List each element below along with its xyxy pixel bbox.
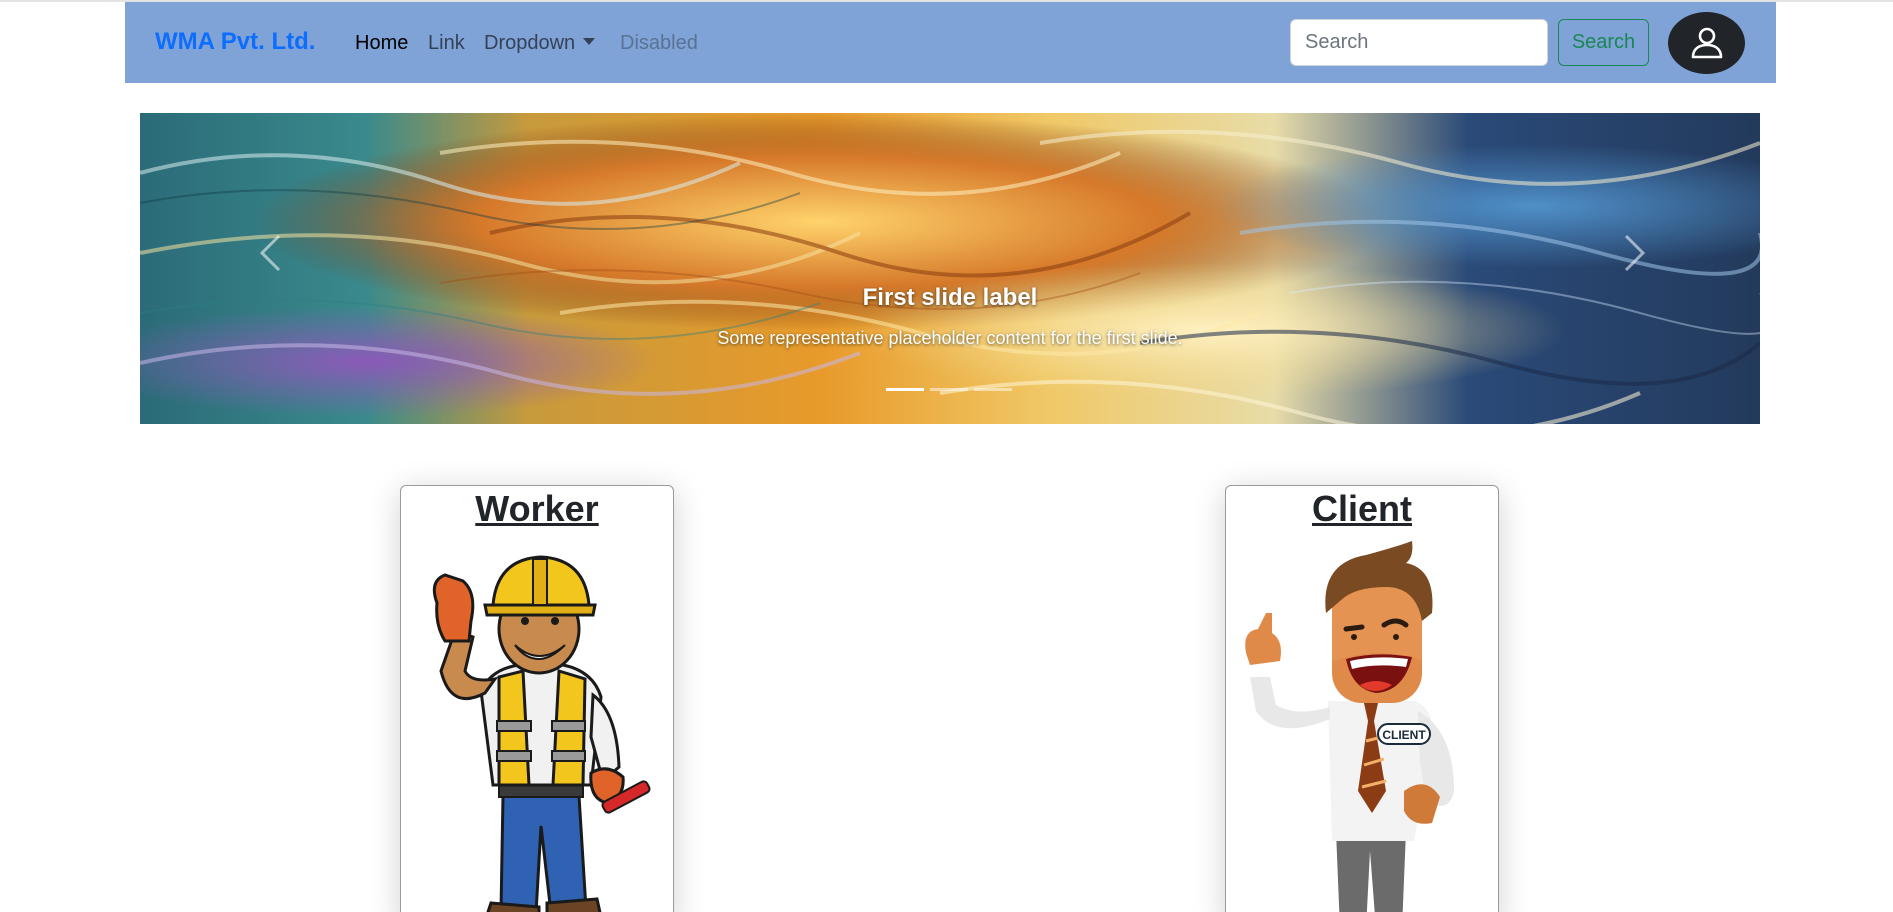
worker-card-title[interactable]: Worker: [401, 488, 673, 530]
person-icon: [1691, 27, 1722, 59]
nav-link-disabled: Disabled: [620, 32, 698, 54]
carousel-prev-button[interactable]: [245, 223, 295, 283]
carousel-next-button[interactable]: [1610, 223, 1660, 283]
worker-card[interactable]: Worker: [400, 485, 674, 912]
user-avatar-button[interactable]: [1668, 12, 1745, 74]
client-card[interactable]: Client CLIENT: [1225, 485, 1499, 912]
search-button[interactable]: Search: [1558, 19, 1649, 66]
slide-text: Some representative placeholder content …: [717, 328, 1183, 348]
chevron-left-icon: [259, 234, 281, 272]
hero-carousel[interactable]: First slide label Some representative pl…: [140, 113, 1760, 424]
carousel-indicator-1[interactable]: [886, 388, 924, 391]
nav-link-home[interactable]: Home: [355, 32, 408, 55]
caret-down-icon: [583, 38, 596, 45]
carousel-indicators: [886, 388, 1012, 391]
navbar: WMA Pvt. Ltd. Home Link Dropdown Disable…: [125, 2, 1776, 83]
client-card-title[interactable]: Client: [1226, 488, 1498, 530]
slide-title: First slide label: [862, 284, 1038, 311]
slide-image: [140, 113, 1760, 424]
nav-dropdown-label: Dropdown: [484, 32, 576, 54]
worker-illustration: [432, 555, 651, 912]
carousel-indicator-3[interactable]: [974, 388, 1012, 391]
chevron-right-icon: [1624, 234, 1646, 272]
client-illustration: CLIENT: [1245, 541, 1454, 912]
client-badge-text: CLIENT: [1382, 728, 1426, 742]
navbar-brand[interactable]: WMA Pvt. Ltd.: [155, 28, 315, 56]
search-input[interactable]: [1290, 19, 1548, 66]
nav-dropdown-toggle[interactable]: Dropdown: [484, 32, 596, 55]
nav-link-link[interactable]: Link: [428, 32, 465, 55]
carousel-indicator-2[interactable]: [930, 388, 968, 391]
